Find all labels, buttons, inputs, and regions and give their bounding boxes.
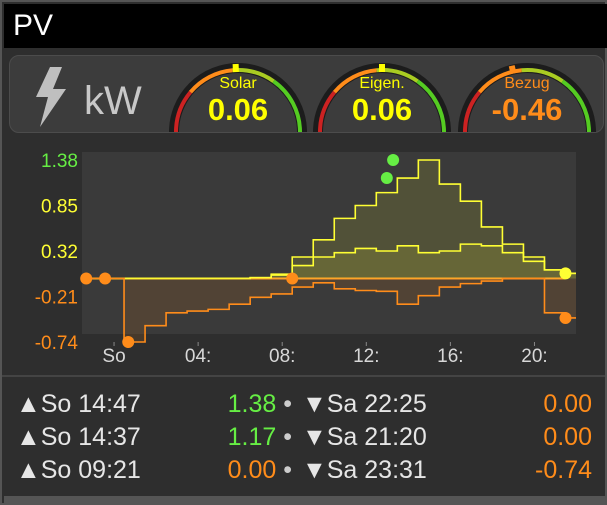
max-time: ▲So 09:21 [16, 456, 141, 484]
min-value: 0.00 [543, 390, 592, 418]
y-tick-label: 0.85 [41, 197, 78, 218]
down-arrow-icon: ▼ [302, 390, 327, 418]
y-tick-label: -0.74 [35, 333, 79, 354]
data-marker [559, 311, 572, 324]
min-time: ▼Sa 22:25 [302, 390, 427, 418]
gauge-1: Eigen. 0.06 [312, 60, 452, 132]
gauge-label: Eigen. [359, 75, 405, 92]
bullet-icon: • [283, 456, 292, 484]
gauge-value: 0.06 [351, 92, 413, 127]
up-arrow-icon: ▲ [16, 423, 41, 451]
min-value: -0.74 [535, 456, 592, 484]
down-arrow-icon: ▼ [302, 423, 327, 451]
min-time: ▼Sa 23:31 [302, 456, 427, 484]
min-value: 0.00 [543, 423, 592, 451]
data-marker [380, 172, 393, 185]
down-arrow-icon: ▼ [302, 456, 327, 484]
chart-svg: 1.38 0.85 0.32 -0.21 -0.74 So 04: 08: 12: 16: 20: [35, 151, 576, 367]
data-marker [99, 272, 112, 285]
stats-row: ▲So 14:47 1.38 • ▼Sa 22:25 0.00 [4, 388, 607, 421]
max-time: ▲So 14:37 [16, 423, 141, 451]
x-tick-label: So [102, 346, 125, 367]
gauge-value: 0.06 [207, 92, 269, 127]
data-marker [559, 267, 572, 280]
x-tick-label: 08: [269, 346, 295, 367]
min-time: ▼Sa 21:20 [302, 423, 427, 451]
bottom-bar [4, 496, 607, 505]
widget-frame: PV kW Solar 0.06 Eigen. 0.06 Bezug -0.46… [0, 0, 607, 505]
gauge-0: Solar 0.06 [168, 60, 308, 132]
data-marker [122, 336, 135, 348]
data-marker [387, 154, 400, 166]
gauge-needle [508, 65, 517, 75]
gauge-label: Solar [219, 75, 257, 92]
x-tick-label: 20: [521, 346, 547, 367]
up-arrow-icon: ▲ [16, 456, 41, 484]
power-chart: 1.38 0.85 0.32 -0.21 -0.74 So 04: 08: 12: 16: 20: [4, 134, 607, 374]
max-value: 1.17 • [227, 423, 292, 451]
y-tick-label: 0.32 [41, 242, 78, 263]
x-tick-label: 12: [353, 346, 379, 367]
stats-row: ▲So 14:37 1.17 • ▼Sa 21:20 0.00 [4, 421, 607, 454]
gauge-value: -0.46 [491, 92, 563, 127]
y-tick-label: 1.38 [41, 151, 78, 172]
gauge-label: Bezug [504, 75, 550, 92]
x-tick-label: 16: [437, 346, 463, 367]
y-tick-label: -0.21 [35, 288, 78, 309]
stats-row: ▲So 09:21 0.00 • ▼Sa 23:31 -0.74 [4, 454, 607, 487]
unit-label: kW [84, 79, 142, 123]
lightning-bolt-icon [36, 67, 66, 127]
data-marker [80, 272, 93, 285]
max-time: ▲So 14:47 [16, 390, 141, 418]
gauge-2: Bezug -0.46 [457, 60, 597, 132]
bullet-icon: • [283, 390, 292, 418]
divider [2, 375, 605, 377]
max-value: 0.00 • [227, 456, 292, 484]
data-marker [286, 272, 299, 285]
up-arrow-icon: ▲ [16, 390, 41, 418]
widget-title: PV [4, 4, 607, 48]
bullet-icon: • [283, 423, 292, 451]
max-value: 1.38 • [227, 390, 292, 418]
stats-table: ▲So 14:47 1.38 • ▼Sa 22:25 0.00 ▲So 14:37 1.1… [4, 382, 607, 492]
x-tick-label: 04: [185, 346, 211, 367]
